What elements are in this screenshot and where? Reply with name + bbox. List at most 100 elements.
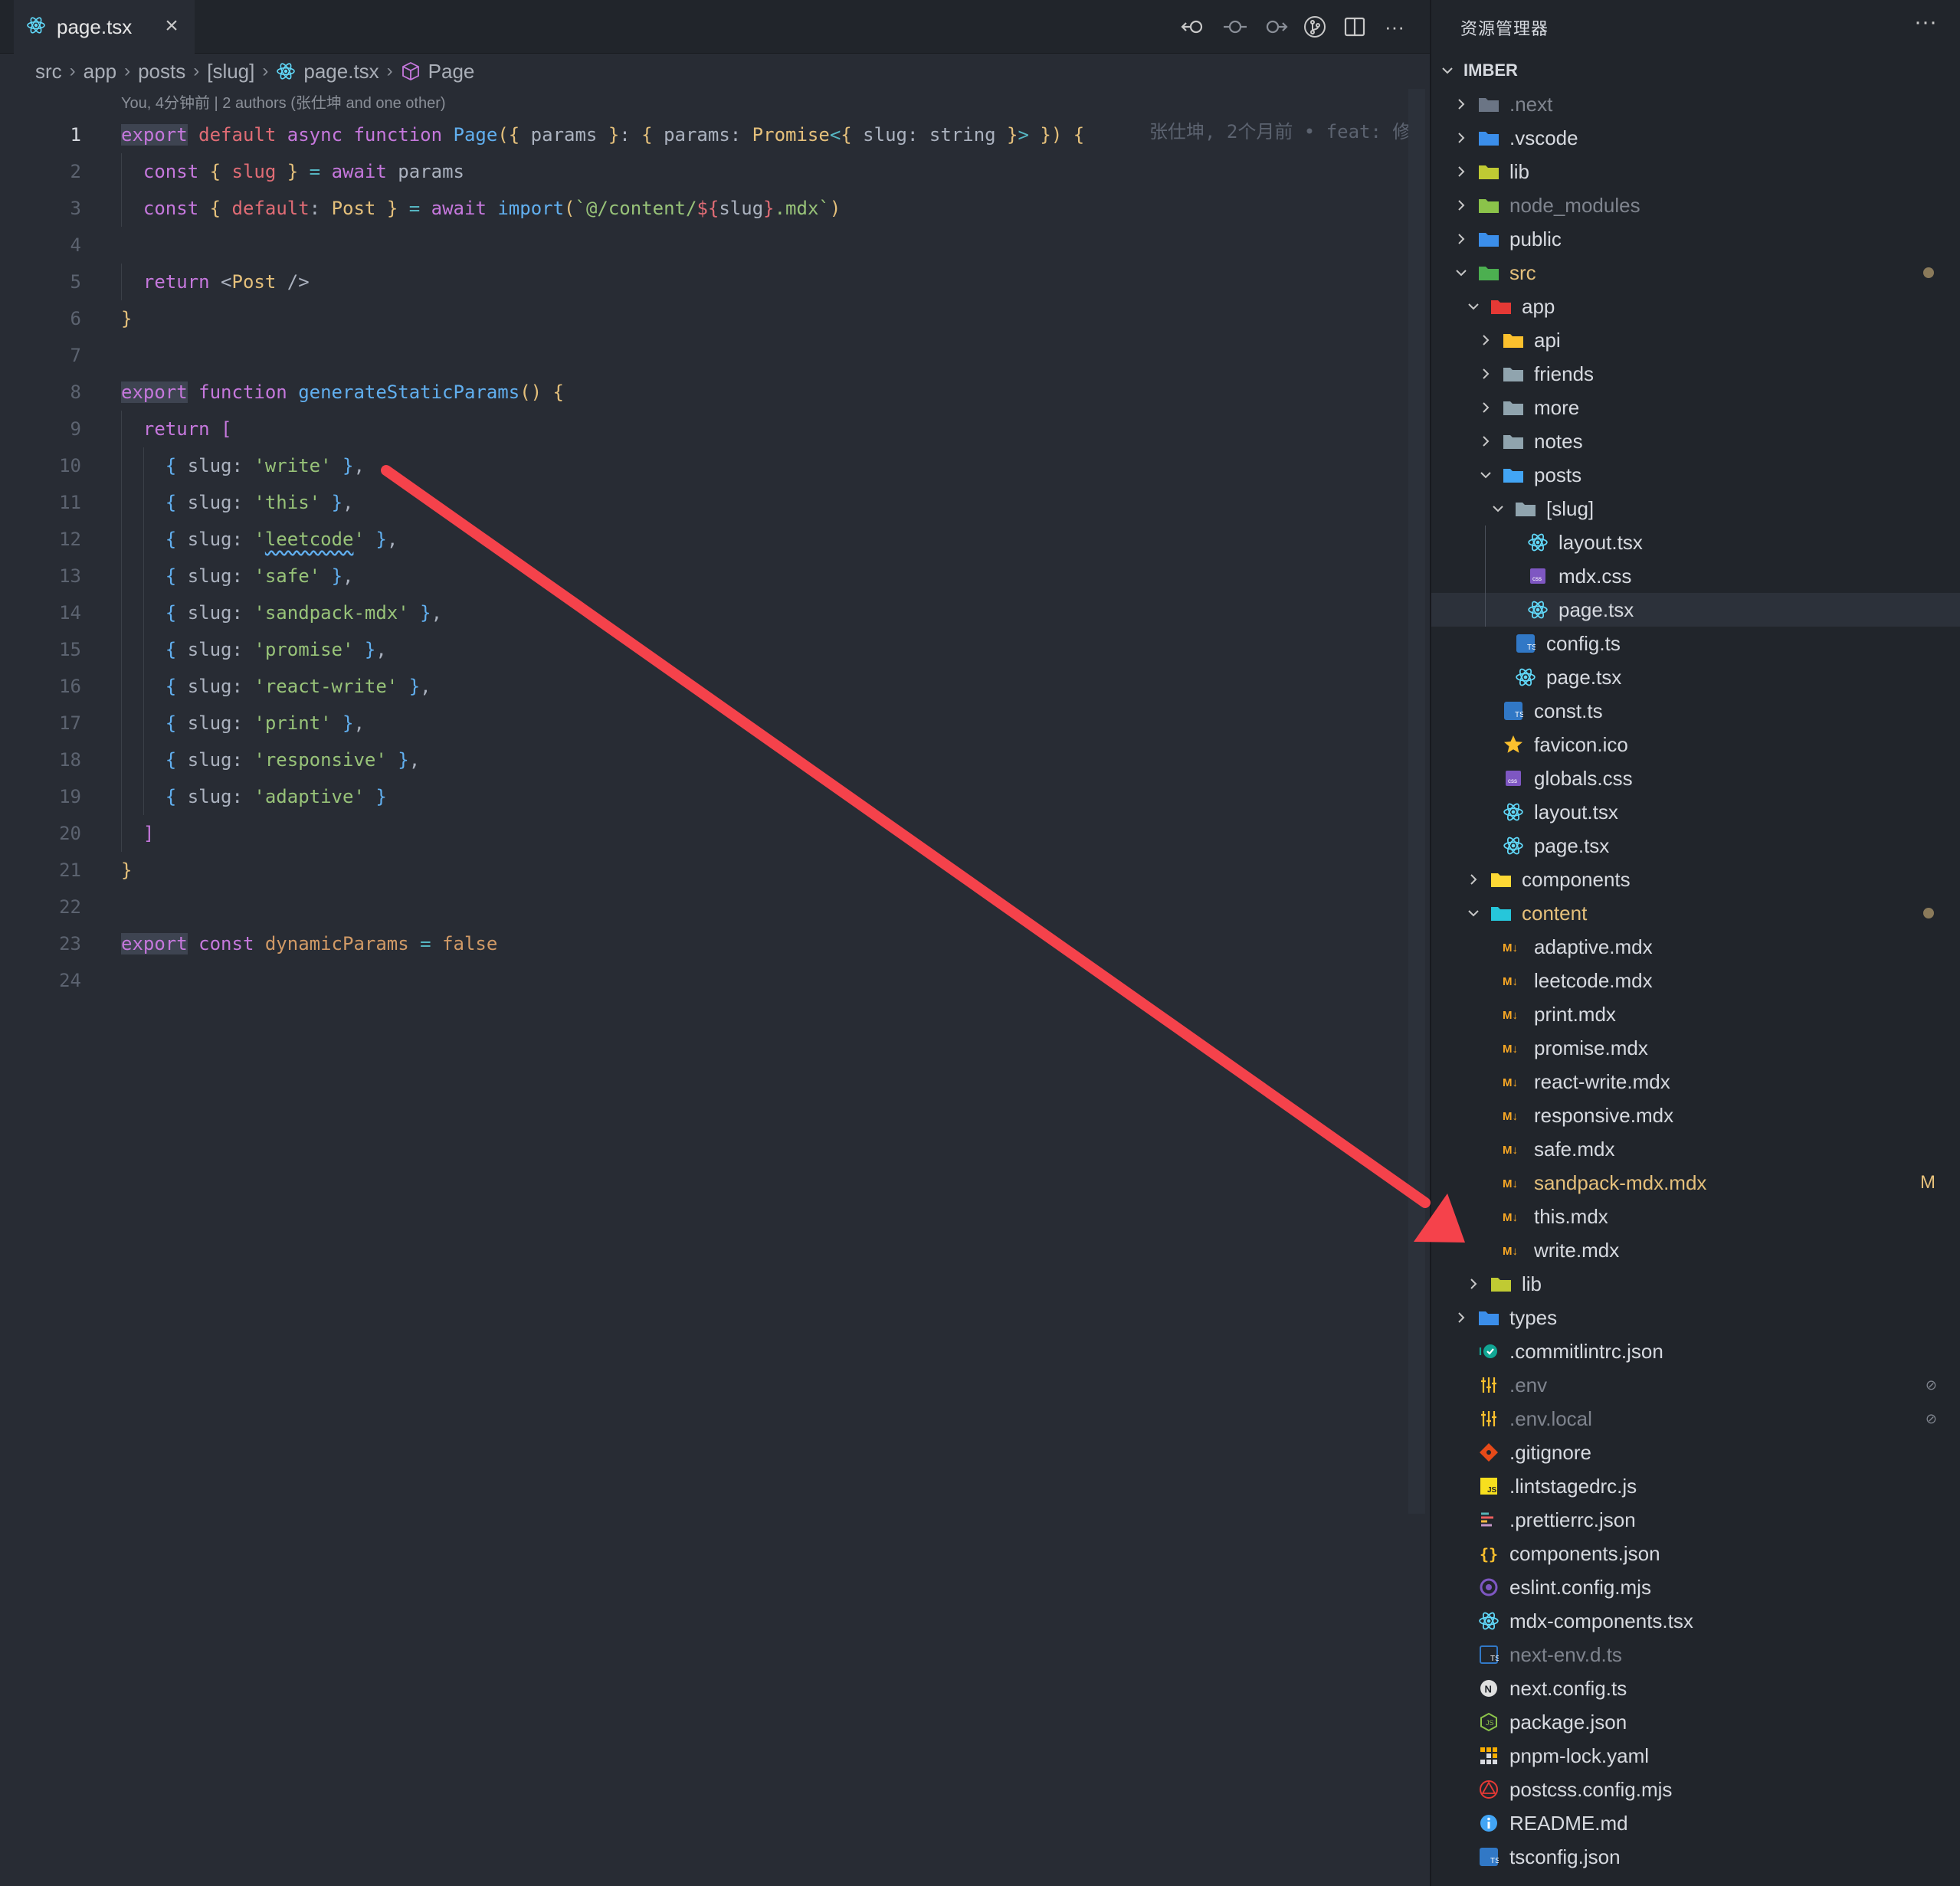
- tree-item[interactable]: .next: [1431, 87, 1960, 121]
- tree-item[interactable]: M↓ this.mdx: [1431, 1200, 1960, 1233]
- code-line[interactable]: 22: [0, 889, 1410, 925]
- tree-item[interactable]: content: [1431, 896, 1960, 930]
- breadcrumb-item-posts[interactable]: posts: [138, 60, 185, 83]
- go-forward-icon[interactable]: [1261, 13, 1289, 41]
- tree-item[interactable]: M↓ adaptive.mdx: [1431, 930, 1960, 964]
- chevron-right-icon[interactable]: [1453, 1309, 1470, 1326]
- tree-item[interactable]: .prettierrc.json: [1431, 1503, 1960, 1537]
- go-back-icon[interactable]: [1180, 13, 1208, 41]
- tree-item[interactable]: friends: [1431, 357, 1960, 391]
- chevron-down-icon[interactable]: [1490, 500, 1506, 517]
- tree-item[interactable]: lib: [1431, 1267, 1960, 1301]
- tree-item[interactable]: M↓ safe.mdx: [1431, 1132, 1960, 1166]
- tree-item[interactable]: favicon.ico: [1431, 728, 1960, 761]
- chevron-right-icon[interactable]: [1477, 365, 1494, 382]
- chevron-right-icon[interactable]: [1477, 433, 1494, 450]
- code-line[interactable]: 14 { slug: 'sandpack-mdx' },: [0, 594, 1410, 631]
- chevron-down-icon[interactable]: [1465, 298, 1482, 315]
- tree-item[interactable]: JS .lintstagedrc.js: [1431, 1469, 1960, 1503]
- chevron-down-icon[interactable]: [1453, 264, 1470, 281]
- project-header[interactable]: IMBER: [1431, 54, 1960, 87]
- tree-item[interactable]: .env ⊘: [1431, 1368, 1960, 1402]
- tree-item[interactable]: css mdx.css: [1431, 559, 1960, 593]
- code-line[interactable]: 24: [0, 962, 1410, 999]
- tree-item[interactable]: public: [1431, 222, 1960, 256]
- tree-item[interactable]: page.tsx: [1431, 593, 1960, 627]
- chevron-right-icon[interactable]: [1453, 96, 1470, 113]
- tree-item[interactable]: M↓ leetcode.mdx: [1431, 964, 1960, 997]
- chevron-down-icon[interactable]: [1477, 467, 1494, 483]
- tree-item[interactable]: TS tsconfig.json: [1431, 1840, 1960, 1874]
- more-actions-icon[interactable]: ···: [1381, 13, 1408, 41]
- tree-item[interactable]: .gitignore: [1431, 1436, 1960, 1469]
- tree-item[interactable]: [slug]: [1431, 492, 1960, 526]
- code-line[interactable]: 15 { slug: 'promise' },: [0, 631, 1410, 668]
- code-line[interactable]: 16 { slug: 'react-write' },: [0, 668, 1410, 705]
- chevron-right-icon[interactable]: [1453, 129, 1470, 146]
- commit-icon[interactable]: [1221, 13, 1249, 41]
- code-line[interactable]: 8 export function generateStaticParams() …: [0, 374, 1410, 411]
- tree-item[interactable]: page.tsx: [1431, 660, 1960, 694]
- tree-item[interactable]: M↓ responsive.mdx: [1431, 1099, 1960, 1132]
- tree-item[interactable]: .env.local ⊘: [1431, 1402, 1960, 1436]
- split-editor-icon[interactable]: [1341, 13, 1368, 41]
- chevron-right-icon[interactable]: [1465, 871, 1482, 888]
- code-line[interactable]: 11 { slug: 'this' },: [0, 484, 1410, 521]
- tree-item[interactable]: app: [1431, 290, 1960, 323]
- breadcrumb-item-app[interactable]: app: [84, 60, 116, 83]
- tree-item[interactable]: M↓ sandpack-mdx.mdx M: [1431, 1166, 1960, 1200]
- tree-item[interactable]: README.md: [1431, 1806, 1960, 1840]
- tree-item[interactable]: layout.tsx: [1431, 526, 1960, 559]
- code-line[interactable]: 7: [0, 337, 1410, 374]
- tree-item[interactable]: TS config.ts: [1431, 627, 1960, 660]
- tree-item[interactable]: page.tsx: [1431, 829, 1960, 863]
- tree-item[interactable]: Nnext.config.ts: [1431, 1672, 1960, 1705]
- code-line[interactable]: 13 { slug: 'safe' },: [0, 558, 1410, 594]
- tree-item[interactable]: .vscode: [1431, 121, 1960, 155]
- code-line[interactable]: 5 return <Post />: [0, 264, 1410, 300]
- tree-item[interactable]: .commitlintrc.json: [1431, 1334, 1960, 1368]
- chevron-right-icon[interactable]: [1477, 332, 1494, 349]
- code-line[interactable]: 6}: [0, 300, 1410, 337]
- chevron-right-icon[interactable]: [1465, 1275, 1482, 1292]
- code-line[interactable]: 19 { slug: 'adaptive' }: [0, 778, 1410, 815]
- tree-item[interactable]: components: [1431, 863, 1960, 896]
- code-line[interactable]: 21}: [0, 852, 1410, 889]
- code-line[interactable]: 23 export const dynamicParams = false: [0, 925, 1410, 962]
- tree-item[interactable]: {} components.json: [1431, 1537, 1960, 1570]
- codelens-blame[interactable]: You, 4分钟前 | 2 authors (张仕坤 and one other…: [121, 90, 446, 113]
- breadcrumb-item-symbol[interactable]: Page: [428, 60, 475, 83]
- more-actions-icon[interactable]: ···: [1914, 9, 1937, 35]
- tree-item[interactable]: eslint.config.mjs: [1431, 1570, 1960, 1604]
- tree-item[interactable]: TS const.ts: [1431, 694, 1960, 728]
- tree-item[interactable]: M↓ react-write.mdx: [1431, 1065, 1960, 1099]
- tree-item[interactable]: node_modules: [1431, 188, 1960, 222]
- chevron-right-icon[interactable]: [1453, 163, 1470, 180]
- chevron-right-icon[interactable]: [1453, 231, 1470, 247]
- code-line[interactable]: 4: [0, 227, 1410, 264]
- tree-item[interactable]: M↓ print.mdx: [1431, 997, 1960, 1031]
- tree-item[interactable]: src: [1431, 256, 1960, 290]
- breadcrumb-item-file[interactable]: page.tsx: [303, 60, 379, 83]
- code-line[interactable]: 3 const { default: Post } = await import…: [0, 190, 1410, 227]
- breadcrumb-item-slug[interactable]: [slug]: [207, 60, 254, 83]
- tree-item[interactable]: postcss.config.mjs: [1431, 1773, 1960, 1806]
- tree-item[interactable]: api: [1431, 323, 1960, 357]
- code-line[interactable]: 20 ]: [0, 815, 1410, 852]
- tab-page-tsx[interactable]: page.tsx ×: [14, 0, 195, 54]
- tree-item[interactable]: M↓ promise.mdx: [1431, 1031, 1960, 1065]
- tree-item[interactable]: types: [1431, 1301, 1960, 1334]
- tree-item[interactable]: more: [1431, 391, 1960, 424]
- chevron-right-icon[interactable]: [1453, 197, 1470, 214]
- tree-item[interactable]: JS package.json: [1431, 1705, 1960, 1739]
- tree-item[interactable]: pnpm-lock.yaml: [1431, 1739, 1960, 1773]
- tree-item[interactable]: notes: [1431, 424, 1960, 458]
- code-line[interactable]: 18 { slug: 'responsive' },: [0, 742, 1410, 778]
- code-line[interactable]: 17 { slug: 'print' },: [0, 705, 1410, 742]
- tree-item[interactable]: layout.tsx: [1431, 795, 1960, 829]
- tree-item[interactable]: TS next-env.d.ts: [1431, 1638, 1960, 1672]
- git-graph-icon[interactable]: [1301, 13, 1329, 41]
- scrollbar[interactable]: [1408, 89, 1425, 1514]
- chevron-down-icon[interactable]: [1465, 905, 1482, 922]
- code-line[interactable]: 12 { slug: 'leetcode' },: [0, 521, 1410, 558]
